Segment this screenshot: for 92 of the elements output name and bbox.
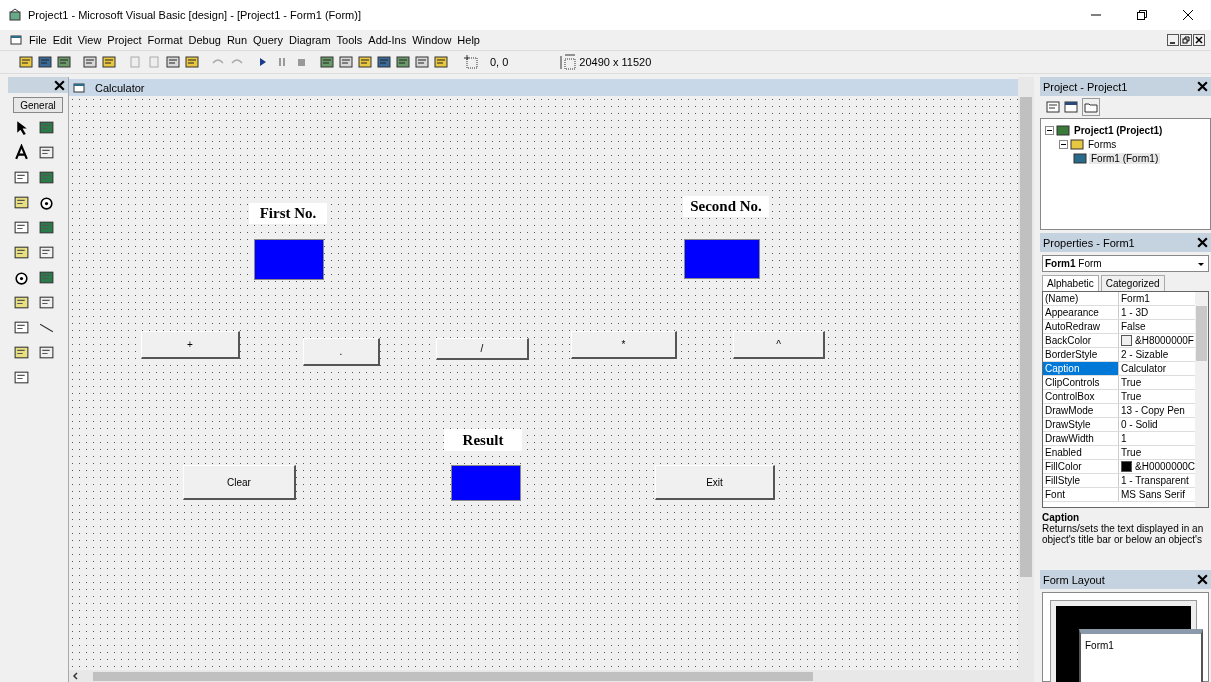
command-button[interactable]: . xyxy=(303,338,380,366)
menu-item[interactable]: Edit xyxy=(49,34,75,46)
property-value[interactable]: 1 - 3D xyxy=(1121,306,1149,319)
child-restore-icon[interactable] xyxy=(1180,34,1192,46)
menu-item[interactable]: Format xyxy=(144,34,186,46)
form-label: Second No. xyxy=(683,196,769,217)
property-name[interactable]: DrawMode xyxy=(1043,404,1119,417)
property-value[interactable]: True xyxy=(1121,390,1142,403)
view-object-icon[interactable] xyxy=(1064,100,1078,114)
close-icon[interactable] xyxy=(53,79,66,92)
tree-item[interactable]: Form1 (Form1) xyxy=(1089,152,1161,164)
property-name[interactable]: FillColor xyxy=(1043,460,1119,473)
position-readout: 0, 0 xyxy=(490,56,509,68)
property-name[interactable]: BackColor xyxy=(1043,334,1119,347)
property-name[interactable]: DrawWidth xyxy=(1043,432,1119,445)
expander-icon[interactable] xyxy=(1059,139,1068,149)
property-name[interactable]: ClipControls xyxy=(1043,376,1119,389)
position-icon xyxy=(463,54,479,70)
horizontal-scrollbar[interactable] xyxy=(69,670,1018,682)
property-value[interactable]: MS Sans Serif xyxy=(1121,488,1185,501)
toolbox-tab[interactable]: General xyxy=(13,97,63,113)
scroll-left-icon[interactable] xyxy=(71,671,81,681)
menu-item[interactable]: Tools xyxy=(333,34,366,46)
command-button[interactable]: Exit xyxy=(655,465,775,500)
size-readout: 20490 x 11520 xyxy=(579,56,652,68)
menu-item[interactable]: Add-Ins xyxy=(365,34,410,46)
menu-item[interactable]: View xyxy=(74,34,105,46)
tree-item[interactable]: Project1 (Project1) xyxy=(1072,124,1165,136)
command-button[interactable]: / xyxy=(436,338,529,360)
command-button[interactable]: Clear xyxy=(183,465,296,500)
property-name[interactable]: Appearance xyxy=(1043,306,1119,319)
command-button[interactable]: * xyxy=(571,331,677,359)
close-icon[interactable] xyxy=(1196,236,1209,249)
form-preview-label: Form1 xyxy=(1085,640,1114,651)
menu-item[interactable]: Project xyxy=(104,34,145,46)
property-name[interactable]: FillStyle xyxy=(1043,474,1119,487)
child-close-icon[interactable] xyxy=(1193,34,1205,46)
option-button-icon[interactable] xyxy=(38,194,55,211)
form-label: Result xyxy=(444,429,522,451)
property-value[interactable]: 2 - Sizable xyxy=(1121,348,1169,361)
property-name[interactable]: Font xyxy=(1043,488,1119,501)
panel-title: Form Layout xyxy=(1043,573,1105,586)
property-name[interactable]: DrawStyle xyxy=(1043,418,1119,431)
property-name[interactable]: Enabled xyxy=(1043,446,1119,459)
panel-title: Properties - Form1 xyxy=(1043,236,1135,249)
property-name[interactable]: (Name) xyxy=(1043,292,1119,305)
property-value[interactable]: Form1 xyxy=(1121,292,1150,305)
properties-tab[interactable]: Alphabetic xyxy=(1042,275,1099,291)
property-value[interactable]: 1 xyxy=(1121,432,1127,445)
description-text: Returns/sets the text displayed in an object's title bar or below an object's xyxy=(1042,523,1205,545)
size-icon xyxy=(560,54,577,70)
close-icon[interactable] xyxy=(1196,573,1209,586)
label-tool-icon[interactable] xyxy=(13,144,30,161)
form-preview[interactable]: Form1 xyxy=(1079,629,1203,682)
close-icon[interactable] xyxy=(1196,80,1209,93)
object-dropdown[interactable]: Form1 Form xyxy=(1042,255,1209,272)
property-value[interactable]: &H8000000F xyxy=(1135,334,1194,347)
menu-item[interactable]: Query xyxy=(250,34,287,46)
property-name[interactable]: Caption xyxy=(1043,362,1119,375)
close-icon[interactable] xyxy=(1183,10,1193,20)
menu-item[interactable]: Debug xyxy=(185,34,224,46)
property-value[interactable]: False xyxy=(1121,320,1146,333)
description-title: Caption xyxy=(1042,512,1080,523)
property-value[interactable]: True xyxy=(1121,376,1142,389)
property-name[interactable]: AutoRedraw xyxy=(1043,320,1119,333)
command-button[interactable]: + xyxy=(141,331,240,359)
property-name[interactable]: BorderStyle xyxy=(1043,348,1119,361)
property-value[interactable]: Calculator xyxy=(1121,362,1167,375)
property-value[interactable]: 1 - Transparent xyxy=(1121,474,1189,487)
app-icon xyxy=(8,8,22,22)
menu-item[interactable]: Window xyxy=(409,34,455,46)
property-value[interactable]: 13 - Copy Pen xyxy=(1121,404,1185,417)
child-minimize-icon[interactable] xyxy=(1167,34,1179,46)
toggle-folders-icon[interactable] xyxy=(1082,98,1100,116)
expander-icon[interactable] xyxy=(1045,125,1054,135)
property-value[interactable]: &H0000000C xyxy=(1135,460,1196,473)
properties-scrollbar[interactable] xyxy=(1195,292,1208,507)
menu-item[interactable]: Help xyxy=(454,34,483,46)
menu-item[interactable]: File xyxy=(26,34,50,46)
panel-title: Project - Project1 xyxy=(1043,80,1128,93)
property-value[interactable]: True xyxy=(1121,446,1142,459)
property-value[interactable]: 0 - Solid xyxy=(1121,418,1158,431)
window-title: Project1 - Microsoft Visual Basic [design] - [Project1 - Form1 (Form)] xyxy=(28,9,361,21)
restore-icon[interactable] xyxy=(1137,10,1147,20)
menu-item[interactable]: Run xyxy=(223,34,251,46)
tree-item[interactable]: Forms xyxy=(1086,138,1119,150)
form-label: First No. xyxy=(249,203,327,224)
property-name[interactable]: ControlBox xyxy=(1043,390,1119,403)
menu-item[interactable]: Diagram xyxy=(286,34,334,46)
command-button[interactable]: ^ xyxy=(733,331,825,359)
form-caption: Calculator xyxy=(95,81,145,94)
vertical-scrollbar[interactable] xyxy=(1018,77,1034,682)
